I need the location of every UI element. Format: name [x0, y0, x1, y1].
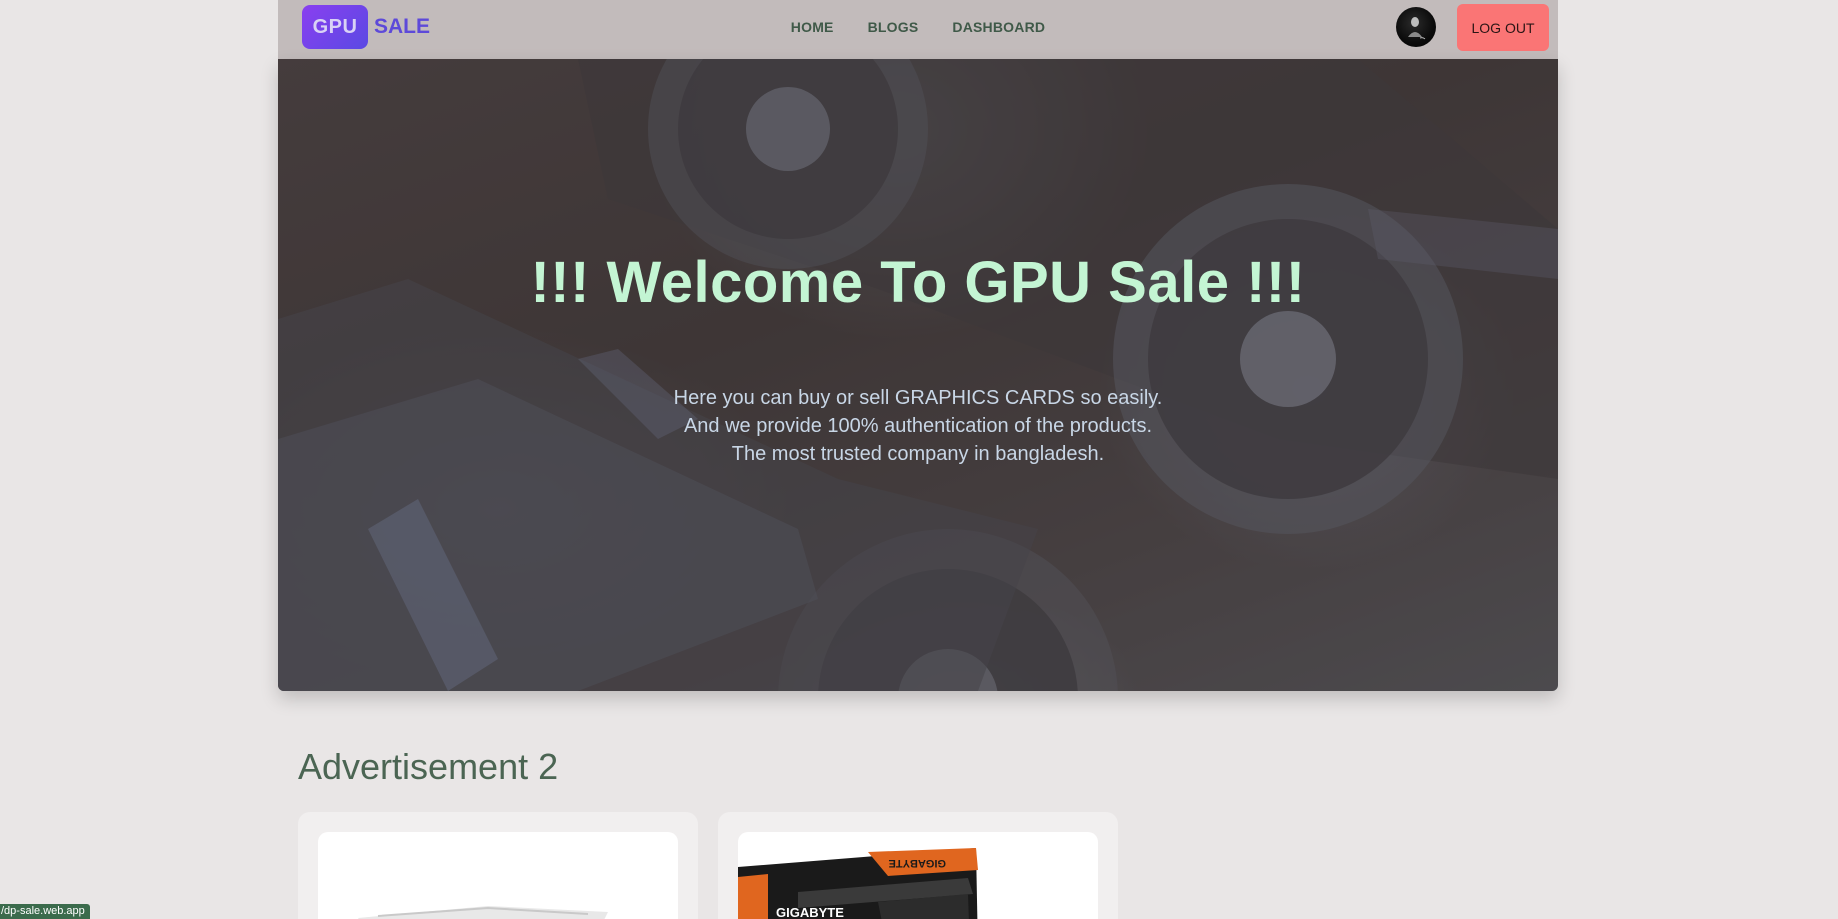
logout-button[interactable]: LOG OUT: [1457, 4, 1549, 51]
hero-line-1: Here you can buy or sell GRAPHICS CARDS …: [673, 387, 1163, 409]
product-card[interactable]: [298, 812, 698, 919]
card2-brand: GIGABYTE: [776, 905, 844, 919]
nav-link-home[interactable]: HOME: [791, 19, 834, 35]
hero-banner: !!! Welcome To GPU Sale !!! Here you can…: [278, 59, 1558, 691]
product-card[interactable]: GIGABYTE GIGABYTE: [718, 812, 1118, 919]
product-image: GIGABYTE GIGABYTE: [738, 848, 978, 919]
nav-links: HOME BLOGS DASHBOARD: [278, 0, 1558, 54]
status-bar-url: /dp-sale.web.app: [0, 904, 90, 919]
avatar-photo-icon: [1408, 17, 1426, 40]
page: GPU SALE HOME BLOGS DASHBOARD LOG OUT !!…: [0, 0, 1838, 919]
advertisement-heading: Advertisement 2: [298, 746, 559, 787]
hero-overlay: [278, 59, 1558, 691]
product-image: [358, 906, 608, 919]
nav-link-dashboard[interactable]: DASHBOARD: [952, 19, 1045, 35]
hero-line-3: The most trusted company in bangladesh.: [731, 443, 1105, 465]
hero-description: Here you can buy or sell GRAPHICS CARDS …: [278, 384, 1558, 468]
product-image-frame: [318, 832, 678, 919]
card2-brand-top: GIGABYTE: [889, 857, 946, 869]
hero-line-2: And we provide 100% authentication of th…: [683, 415, 1153, 437]
navbar: GPU SALE HOME BLOGS DASHBOARD LOG OUT: [278, 0, 1558, 59]
product-image-frame: GIGABYTE GIGABYTE: [738, 832, 1098, 919]
nav-link-blogs[interactable]: BLOGS: [868, 19, 919, 35]
hero-title: !!! Welcome To GPU Sale !!!: [530, 250, 1306, 315]
avatar[interactable]: [1396, 7, 1436, 47]
main-container: GPU SALE HOME BLOGS DASHBOARD LOG OUT !!…: [278, 0, 1558, 919]
